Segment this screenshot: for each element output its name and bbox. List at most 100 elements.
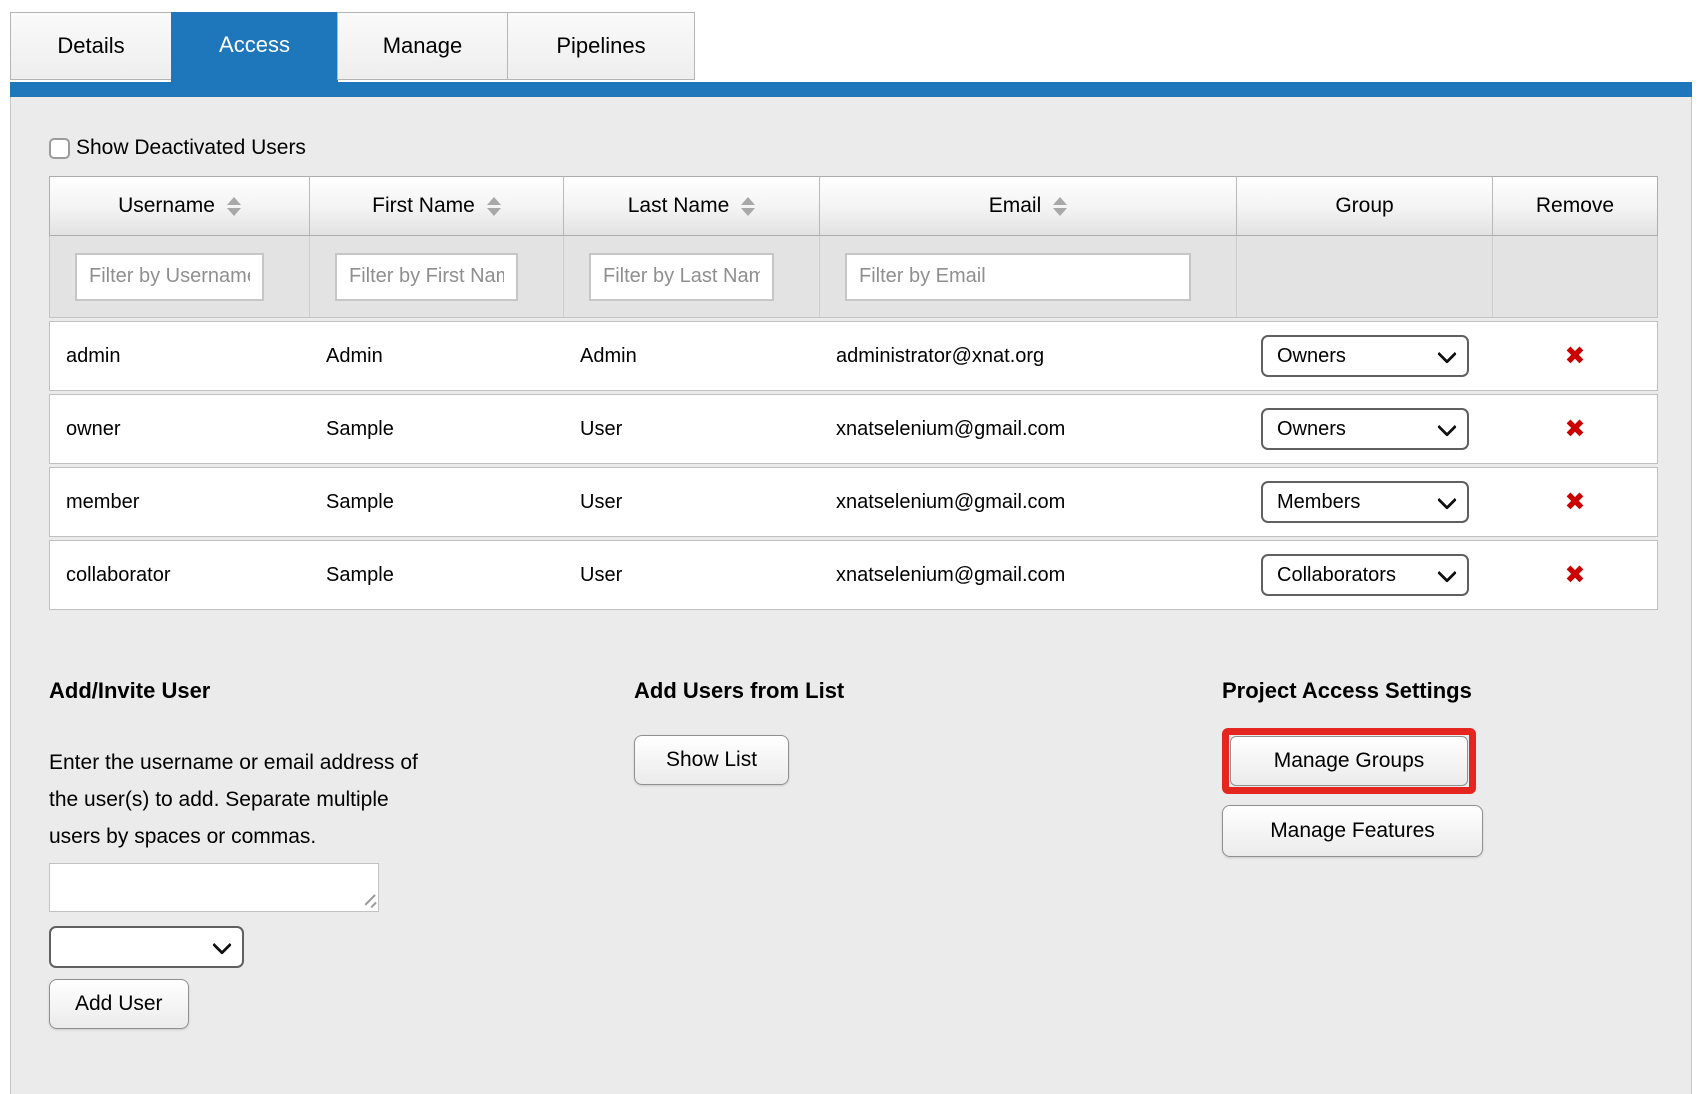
tab-details[interactable]: Details	[10, 12, 172, 80]
add-user-textarea[interactable]	[49, 863, 379, 912]
column-header-label: Email	[989, 194, 1042, 218]
cell-last-name: User	[564, 564, 820, 587]
bottom-sections: Add/Invite User Enter the username or em…	[49, 678, 1691, 1029]
users-table-header: Username First Name Last Name Email Grou…	[49, 176, 1658, 236]
column-header-last-name[interactable]: Last Name	[564, 177, 820, 235]
table-row: admin Admin Admin administrator@xnat.org…	[49, 321, 1658, 391]
filter-row	[49, 236, 1658, 318]
sort-icon	[487, 197, 501, 216]
filter-cell-username	[50, 236, 310, 317]
show-list-button[interactable]: Show List	[634, 735, 789, 785]
cell-email: administrator@xnat.org	[820, 345, 1237, 368]
cell-email: xnatselenium@gmail.com	[820, 564, 1237, 587]
group-select-wrap: Members	[1261, 481, 1469, 523]
filter-cell-group	[1237, 236, 1493, 317]
filter-first-name-input[interactable]	[335, 253, 518, 301]
add-user-button[interactable]: Add User	[49, 979, 189, 1029]
project-access-settings-title: Project Access Settings	[1222, 678, 1691, 704]
group-select-wrap: Owners	[1261, 335, 1469, 377]
tab-pipelines[interactable]: Pipelines	[507, 12, 695, 80]
filter-cell-remove	[1493, 236, 1657, 317]
add-users-from-list-section: Add Users from List Show List	[634, 678, 1222, 1029]
red-highlight-box: Manage Groups	[1222, 728, 1476, 794]
tab-manage[interactable]: Manage	[337, 12, 508, 80]
column-header-label: Group	[1335, 194, 1393, 218]
group-select-wrap: Collaborators	[1261, 554, 1469, 596]
cell-email: xnatselenium@gmail.com	[820, 491, 1237, 514]
show-deactivated-checkbox[interactable]	[49, 138, 70, 159]
users-table: Username First Name Last Name Email Grou…	[49, 176, 1658, 610]
group-select[interactable]: Collaborators	[1261, 554, 1469, 596]
add-invite-user-section: Add/Invite User Enter the username or em…	[49, 678, 634, 1029]
add-user-button-row: Add User	[49, 968, 634, 1029]
sort-icon	[227, 197, 241, 216]
sort-icon	[1053, 197, 1067, 216]
add-invite-instructions: Enter the username or email address of t…	[49, 744, 421, 855]
access-tab-panel: Show Deactivated Users Username First Na…	[10, 97, 1692, 1094]
sort-icon	[741, 197, 755, 216]
role-select[interactable]	[49, 926, 244, 968]
manage-groups-row: Manage Groups	[1222, 704, 1691, 794]
column-header-label: Username	[118, 194, 215, 218]
project-access-settings-section: Project Access Settings Manage Groups Ma…	[1222, 678, 1691, 1029]
cell-group: Owners	[1237, 335, 1493, 377]
group-select[interactable]: Owners	[1261, 335, 1469, 377]
remove-user-icon[interactable]: ✖	[1565, 417, 1586, 442]
add-invite-user-title: Add/Invite User	[49, 678, 634, 704]
manage-groups-button[interactable]: Manage Groups	[1230, 736, 1468, 786]
remove-user-icon[interactable]: ✖	[1565, 563, 1586, 588]
table-row: owner Sample User xnatselenium@gmail.com…	[49, 394, 1658, 464]
manage-features-row: Manage Features	[1222, 794, 1691, 857]
role-select-wrap	[49, 926, 244, 968]
column-header-first-name[interactable]: First Name	[310, 177, 564, 235]
cell-username: admin	[50, 345, 310, 368]
cell-first-name: Sample	[310, 564, 564, 587]
filter-cell-last-name	[564, 236, 820, 317]
column-header-remove: Remove	[1493, 177, 1657, 235]
cell-group: Members	[1237, 481, 1493, 523]
add-user-role-row	[49, 926, 634, 968]
tab-access[interactable]: Access	[171, 12, 338, 97]
cell-first-name: Sample	[310, 491, 564, 514]
column-header-label: First Name	[372, 194, 475, 218]
cell-first-name: Admin	[310, 345, 564, 368]
cell-username: collaborator	[50, 564, 310, 587]
add-user-textarea-wrap	[49, 863, 379, 912]
column-header-email[interactable]: Email	[820, 177, 1237, 235]
show-deactivated-row: Show Deactivated Users	[49, 136, 1691, 160]
filter-email-input[interactable]	[845, 253, 1191, 301]
show-deactivated-label: Show Deactivated Users	[76, 136, 306, 160]
column-header-username[interactable]: Username	[50, 177, 310, 235]
cell-remove: ✖	[1493, 344, 1657, 369]
cell-email: xnatselenium@gmail.com	[820, 418, 1237, 441]
remove-user-icon[interactable]: ✖	[1565, 344, 1586, 369]
cell-username: owner	[50, 418, 310, 441]
filter-username-input[interactable]	[75, 253, 264, 301]
tab-bar: Details Access Manage Pipelines	[0, 0, 1702, 97]
cell-last-name: User	[564, 491, 820, 514]
cell-last-name: User	[564, 418, 820, 441]
column-header-group: Group	[1237, 177, 1493, 235]
group-select[interactable]: Owners	[1261, 408, 1469, 450]
filter-last-name-input[interactable]	[589, 253, 774, 301]
cell-group: Collaborators	[1237, 554, 1493, 596]
filter-cell-email	[820, 236, 1237, 317]
remove-user-icon[interactable]: ✖	[1565, 490, 1586, 515]
manage-features-button[interactable]: Manage Features	[1222, 805, 1483, 857]
cell-remove: ✖	[1493, 490, 1657, 515]
filter-cell-first-name	[310, 236, 564, 317]
column-header-label: Last Name	[628, 194, 730, 218]
group-select[interactable]: Members	[1261, 481, 1469, 523]
add-users-from-list-title: Add Users from List	[634, 678, 1222, 704]
cell-group: Owners	[1237, 408, 1493, 450]
column-header-label: Remove	[1536, 194, 1614, 218]
table-row: member Sample User xnatselenium@gmail.co…	[49, 467, 1658, 537]
cell-remove: ✖	[1493, 563, 1657, 588]
show-list-button-row: Show List	[634, 704, 1222, 785]
table-row: collaborator Sample User xnatselenium@gm…	[49, 540, 1658, 610]
group-select-wrap: Owners	[1261, 408, 1469, 450]
tabs-row: Details Access Manage Pipelines	[10, 12, 694, 97]
cell-remove: ✖	[1493, 417, 1657, 442]
cell-first-name: Sample	[310, 418, 564, 441]
cell-last-name: Admin	[564, 345, 820, 368]
